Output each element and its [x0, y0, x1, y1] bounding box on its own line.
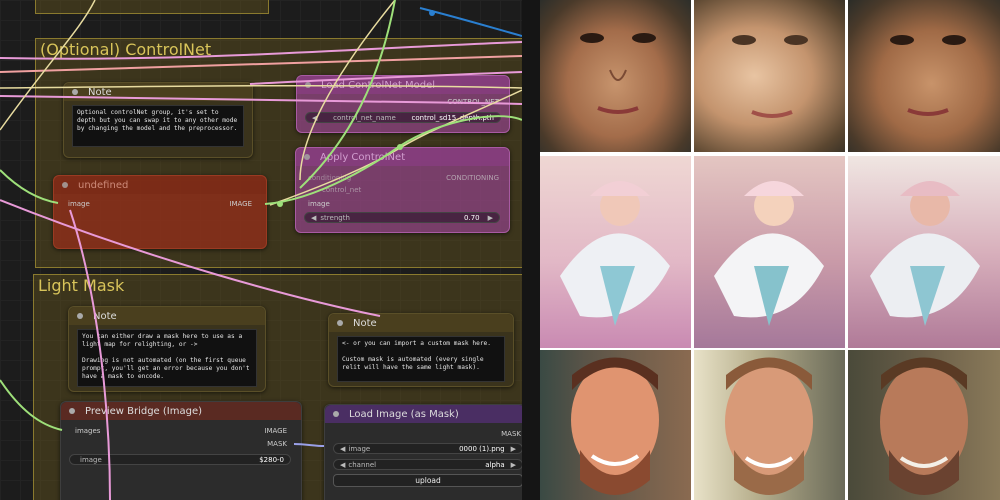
face-sketch-icon [732, 35, 808, 118]
face-sketch-icon [580, 33, 656, 114]
face-sketch-icon [890, 35, 966, 116]
result-image-fan-2 [694, 156, 845, 348]
wire [249, 71, 522, 85]
face-sketch-icon [880, 357, 968, 495]
fan-figure-icon [560, 181, 670, 326]
wire [0, 379, 63, 431]
wire [0, 0, 96, 131]
face-sketch-icon [725, 357, 813, 495]
fan-figure-icon [714, 181, 824, 326]
wire [0, 41, 522, 60]
face-sketch-icon [571, 357, 659, 495]
wire [293, 443, 325, 447]
wire [419, 7, 522, 37]
wire [0, 199, 381, 317]
wire-reroute-dot [397, 144, 403, 150]
node-graph-canvas[interactable]: (Optional) ControlNet Light Mask Note Op… [0, 0, 522, 500]
result-image-man-1 [540, 350, 691, 500]
result-image-woman-3 [848, 0, 1000, 152]
result-image-fan-1 [540, 156, 691, 348]
wire [269, 89, 522, 206]
wire-reroute-dot [277, 201, 283, 207]
wires-layer [0, 0, 522, 500]
wire [69, 209, 111, 500]
wire [0, 169, 59, 204]
result-image-fan-3 [848, 156, 1000, 348]
wire [299, 0, 396, 181]
fan-figure-icon [870, 181, 980, 326]
wire [0, 95, 522, 105]
result-image-woman-2 [694, 0, 845, 152]
wire [0, 84, 522, 89]
result-image-man-3 [848, 350, 1000, 500]
relight-results-gallery [540, 0, 1000, 500]
wire-reroute-dot [429, 10, 435, 16]
wire [264, 115, 522, 205]
result-image-woman-1 [540, 0, 691, 152]
result-image-man-2 [694, 350, 845, 500]
